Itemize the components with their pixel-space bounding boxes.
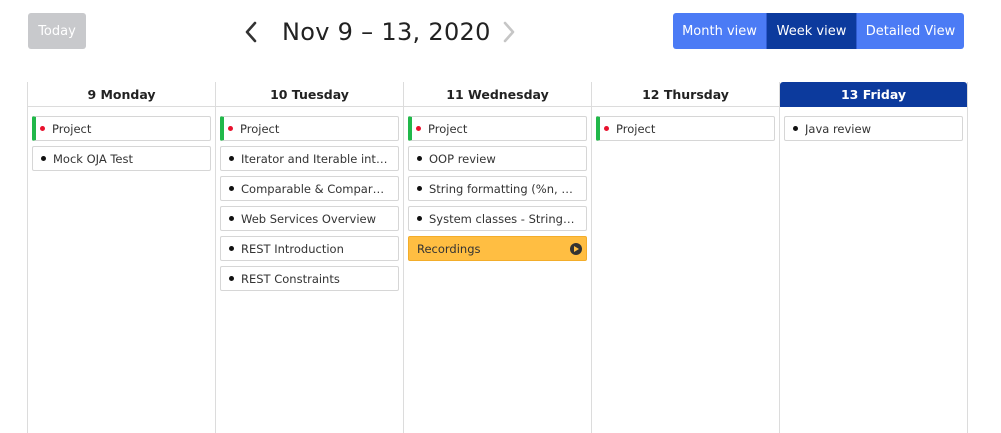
month-view-button[interactable]: Month view xyxy=(673,13,767,49)
event-label: Project xyxy=(616,121,656,136)
chevron-right-icon xyxy=(503,21,515,43)
event-list: Project Mock OJA Test xyxy=(28,107,215,171)
event-dot-icon xyxy=(229,156,234,161)
event-label: Project xyxy=(240,121,280,136)
event-dot-icon xyxy=(604,126,609,131)
day-header: 10 Tuesday xyxy=(216,82,403,107)
calendar-event[interactable]: Project xyxy=(596,116,775,141)
event-label: OOP review xyxy=(429,151,496,166)
event-list: Project OOP review String formatting (%n, … xyxy=(404,107,591,261)
event-label: REST Introduction xyxy=(241,241,344,256)
event-label: String formatting (%n, %d, ... xyxy=(429,181,586,196)
event-dot-icon xyxy=(228,126,233,131)
event-dot-icon xyxy=(229,246,234,251)
week-calendar: 9 Monday Project Mock OJA Test 10 Tuesday Pr… xyxy=(27,82,968,433)
event-label: Iterator and Iterable interfa... xyxy=(241,151,398,166)
day-column[interactable]: 12 Thursday Project xyxy=(591,82,779,433)
previous-week-button[interactable] xyxy=(236,16,266,48)
day-header: 13 Friday xyxy=(780,82,967,107)
detailed-view-button[interactable]: Detailed View xyxy=(857,13,964,49)
day-header: 11 Wednesday xyxy=(404,82,591,107)
week-view-button[interactable]: Week view xyxy=(767,13,857,49)
day-header: 9 Monday xyxy=(28,82,215,107)
calendar-event[interactable]: REST Constraints xyxy=(220,266,399,291)
date-range-title: Nov 9 – 13, 2020 xyxy=(282,18,491,46)
event-label: Recordings xyxy=(417,241,481,256)
calendar-event[interactable]: Mock OJA Test xyxy=(32,146,211,171)
calendar-event[interactable]: Iterator and Iterable interfa... xyxy=(220,146,399,171)
calendar-event[interactable]: Project xyxy=(408,116,587,141)
chevron-left-icon xyxy=(245,21,257,43)
today-button[interactable]: Today xyxy=(28,13,86,49)
calendar-event[interactable]: Web Services Overview xyxy=(220,206,399,231)
day-column[interactable]: 11 Wednesday Project OOP review String form… xyxy=(403,82,591,433)
event-dot-icon xyxy=(229,186,234,191)
day-column[interactable]: 13 Friday Java review xyxy=(779,82,968,433)
event-label: Project xyxy=(428,121,468,136)
calendar-event[interactable]: String formatting (%n, %d, ... xyxy=(408,176,587,201)
calendar-event[interactable]: System classes - String, Ra... xyxy=(408,206,587,231)
day-column[interactable]: 10 Tuesday Project Iterator and Iterable i… xyxy=(215,82,403,433)
calendar-event[interactable]: OOP review xyxy=(408,146,587,171)
day-header: 12 Thursday xyxy=(592,82,779,107)
event-list: Java review xyxy=(780,107,967,141)
event-dot-icon xyxy=(793,126,798,131)
calendar-event[interactable]: Comparable & Comparato... xyxy=(220,176,399,201)
event-label: Project xyxy=(52,121,92,136)
next-week-button[interactable] xyxy=(494,16,524,48)
event-dot-icon xyxy=(417,216,422,221)
event-dot-icon xyxy=(41,156,46,161)
event-dot-icon xyxy=(416,126,421,131)
calendar-event[interactable]: REST Introduction xyxy=(220,236,399,261)
event-label: Web Services Overview xyxy=(241,211,377,226)
event-list: Project Iterator and Iterable interfa... C… xyxy=(216,107,403,291)
event-dot-icon xyxy=(417,156,422,161)
day-column[interactable]: 9 Monday Project Mock OJA Test xyxy=(27,82,215,433)
event-dot-icon xyxy=(40,126,45,131)
event-label: Comparable & Comparato... xyxy=(241,181,398,196)
event-list: Project xyxy=(592,107,779,141)
view-switcher: Month view Week view Detailed View xyxy=(673,13,964,49)
event-label: System classes - String, Ra... xyxy=(429,211,586,226)
event-dot-icon xyxy=(229,276,234,281)
event-label: Mock OJA Test xyxy=(53,151,134,166)
event-dot-icon xyxy=(229,216,234,221)
event-label: REST Constraints xyxy=(241,271,340,286)
play-icon[interactable] xyxy=(570,243,582,255)
event-label: Java review xyxy=(805,121,871,136)
calendar-event[interactable]: Project xyxy=(32,116,211,141)
event-dot-icon xyxy=(417,186,422,191)
calendar-event[interactable]: Project xyxy=(220,116,399,141)
recordings-event[interactable]: Recordings xyxy=(408,236,587,261)
calendar-event[interactable]: Java review xyxy=(784,116,963,141)
